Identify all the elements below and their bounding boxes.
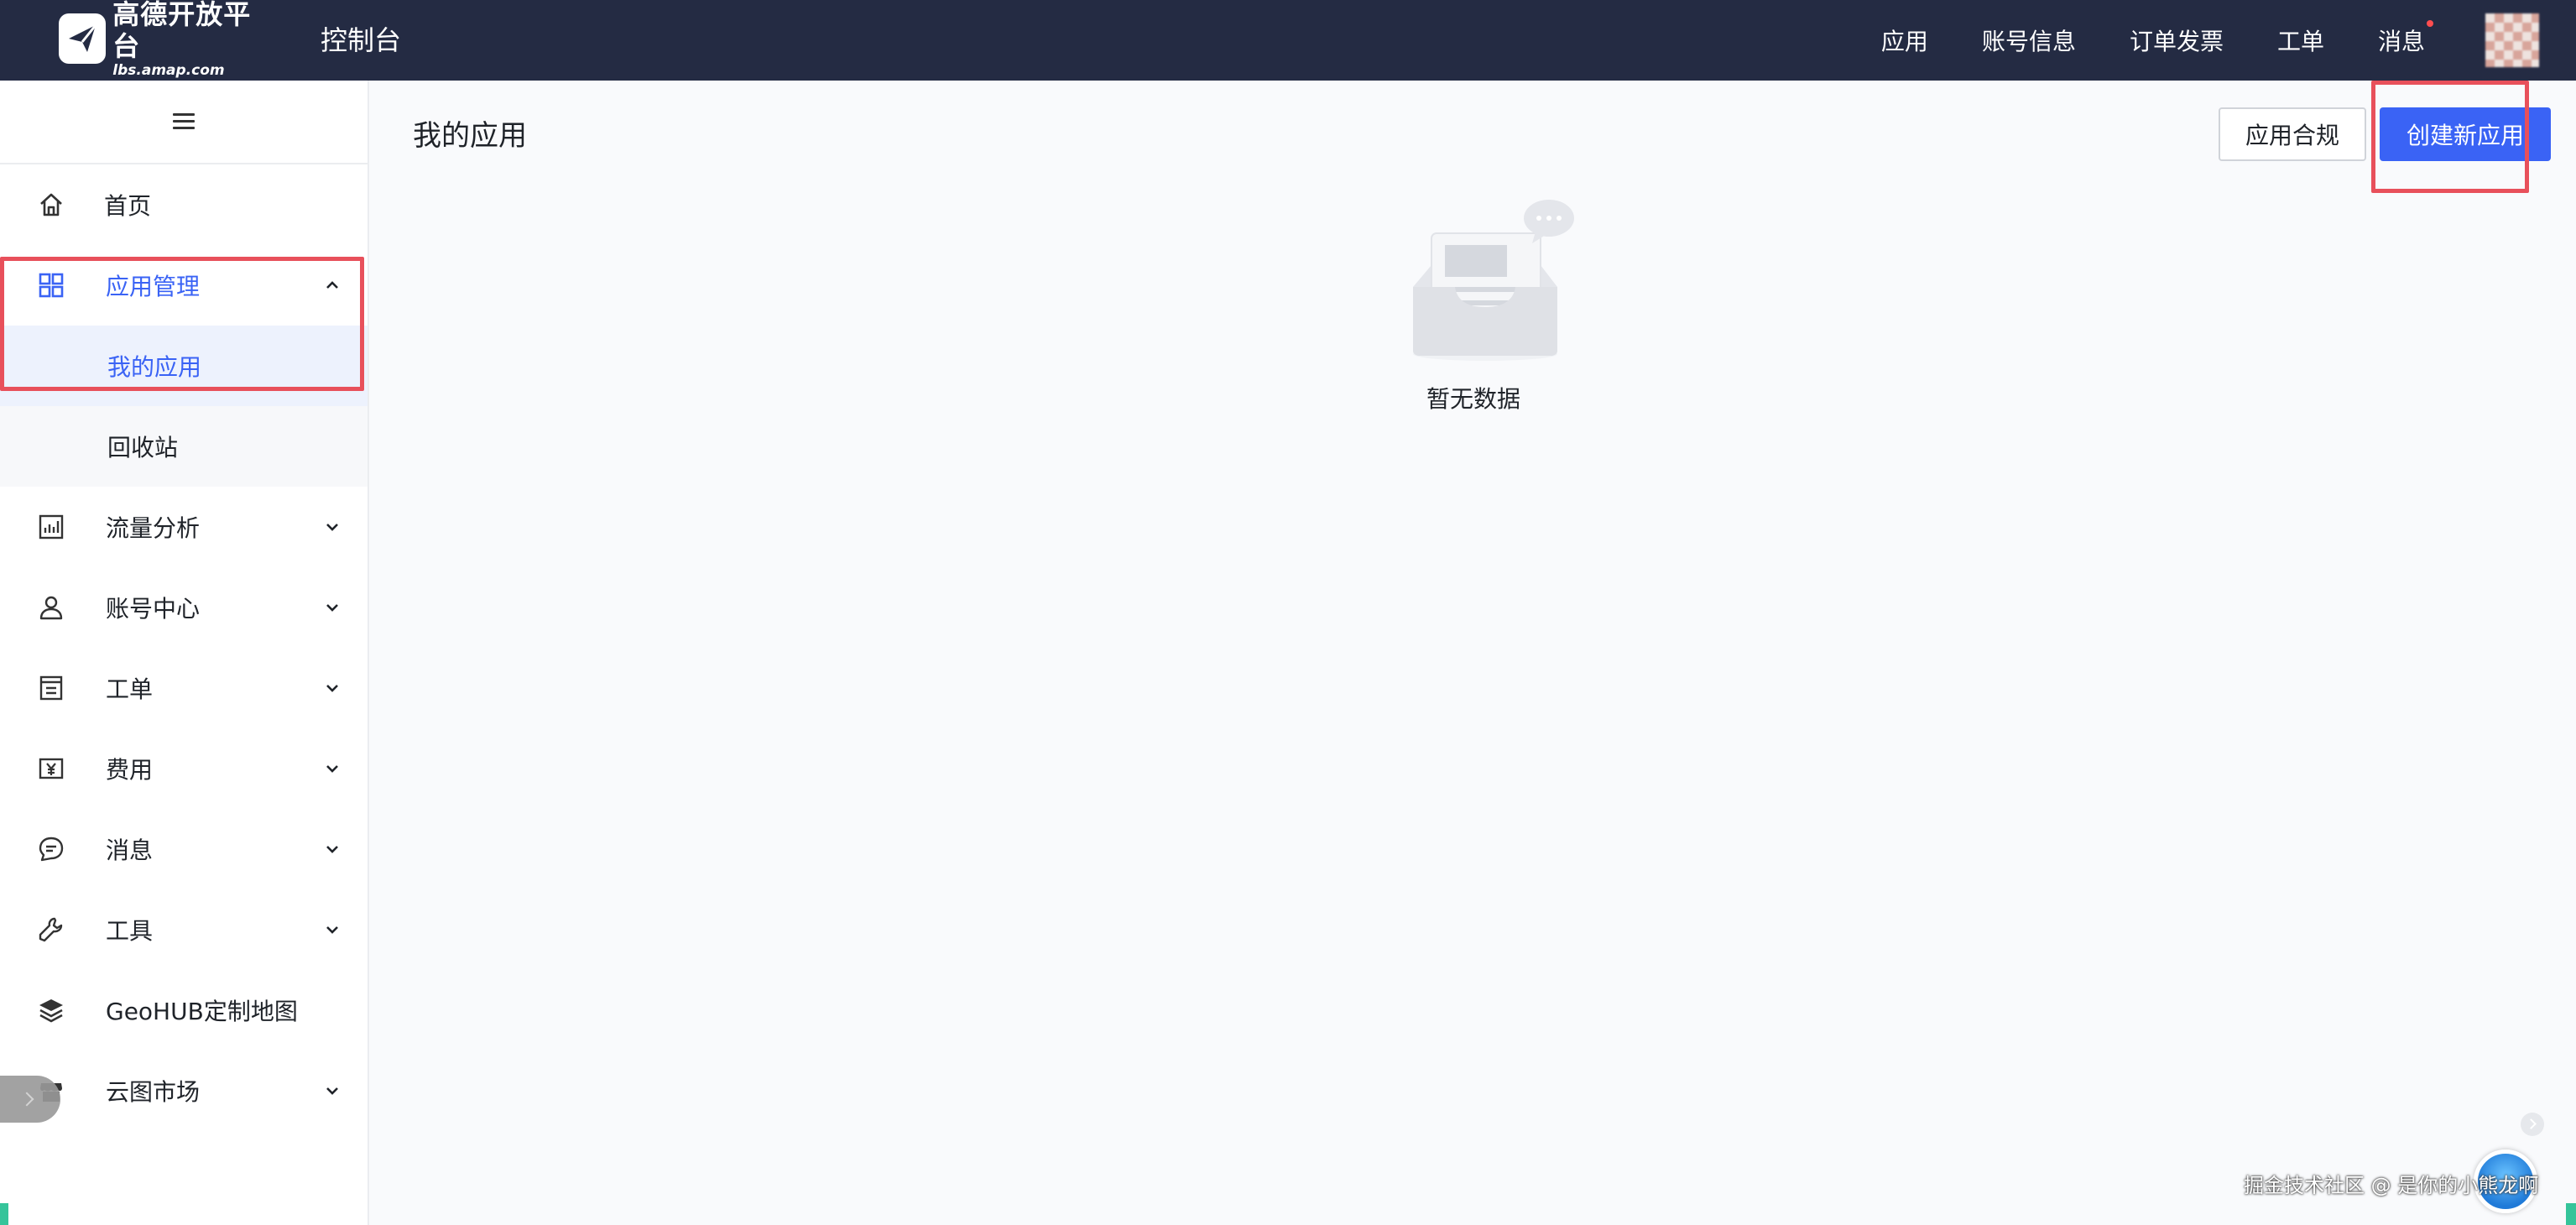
sidebar-item-recycle-bin[interactable]: 回收站	[0, 406, 368, 487]
sidebar-item-label: 云图市场	[106, 1078, 201, 1106]
create-new-app-button[interactable]: 创建新应用	[2380, 107, 2551, 161]
sidebar-item-billing[interactable]: 费用	[0, 728, 368, 809]
amap-logo[interactable]: 高德开放平台 lbs.amap.com	[59, 0, 269, 79]
home-icon	[40, 193, 62, 216]
sidebar: 首页 应用管理 我的应用 回收站 流量分析 账号中心 工单 费用 消息 工具 G…	[0, 81, 369, 1225]
chevron-right-icon[interactable]	[2521, 1113, 2544, 1136]
sidebar-item-account-center[interactable]: 账号中心	[0, 567, 368, 648]
unread-dot-icon	[2427, 20, 2433, 27]
page-title: 我的应用	[413, 119, 527, 153]
chevron-down-icon	[326, 765, 338, 773]
sidebar-item-tickets[interactable]: 工单	[0, 648, 368, 728]
ticket-icon	[39, 675, 63, 701]
app-compliance-button[interactable]: 应用合规	[2219, 107, 2366, 161]
chevron-down-icon	[326, 685, 338, 692]
top-nav-orders-invoices[interactable]: 订单发票	[2130, 23, 2224, 57]
app-management-submenu: 我的应用 回收站	[0, 326, 368, 487]
top-navigation-bar: 高德开放平台 lbs.amap.com 控制台 应用 账号信息 订单发票 工单 …	[0, 0, 2576, 81]
sidebar-item-label: GeoHUB定制地图	[106, 998, 298, 1025]
sidebar-item-geohub[interactable]: GeoHUB定制地图	[0, 970, 368, 1050]
edge-accent-left	[0, 1203, 8, 1225]
top-nav-messages[interactable]: 消息	[2377, 20, 2433, 57]
logo-name: 高德开放平台	[112, 0, 252, 62]
chevron-down-icon	[326, 524, 338, 531]
user-icon	[39, 596, 63, 620]
sidebar-item-label: 费用	[106, 756, 154, 784]
logo-domain: lbs.amap.com	[112, 62, 225, 79]
chart-icon	[39, 514, 64, 540]
sidebar-item-label: 消息	[106, 837, 154, 864]
chevron-down-icon	[326, 926, 338, 934]
sidebar-item-label: 账号中心	[106, 595, 201, 623]
sidebar-toggle[interactable]	[0, 81, 368, 164]
layers-icon	[39, 999, 63, 1023]
sidebar-item-tools[interactable]: 工具	[0, 889, 368, 970]
chevron-down-icon	[326, 846, 338, 853]
top-nav-apps[interactable]: 应用	[1881, 23, 1928, 57]
sidebar-item-traffic-analysis[interactable]: 流量分析	[0, 487, 368, 567]
top-nav-account-info[interactable]: 账号信息	[1982, 23, 2076, 57]
paper-plane-logo-icon	[59, 13, 107, 64]
chevron-down-icon	[326, 604, 338, 612]
top-nav-menu: 应用 账号信息 订单发票 工单 消息	[1828, 0, 2433, 81]
sidebar-item-label: 我的应用	[107, 353, 202, 381]
sidebar-item-app-management[interactable]: 应用管理	[0, 245, 368, 326]
empty-state-text: 暂无数据	[1426, 385, 1521, 413]
top-nav-messages-label: 消息	[2377, 28, 2425, 55]
sidebar-item-my-apps[interactable]: 我的应用	[0, 326, 368, 406]
watermark-credit: 掘金技术社区 @ 是你的小熊龙啊	[2244, 1174, 2539, 1197]
user-avatar[interactable]	[2485, 13, 2539, 67]
console-title[interactable]: 控制台	[321, 22, 401, 59]
sidebar-item-label: 工单	[106, 675, 154, 703]
top-nav-tickets[interactable]: 工单	[2277, 23, 2324, 57]
chevron-up-icon	[326, 281, 338, 289]
message-icon	[39, 837, 64, 862]
sidebar-item-label: 首页	[104, 192, 152, 220]
sidebar-item-home[interactable]: 首页	[0, 164, 368, 245]
sidebar-item-label: 流量分析	[106, 514, 201, 542]
sidebar-item-label: 应用管理	[106, 273, 201, 300]
edge-accent-right	[2566, 1203, 2576, 1225]
floating-expand-tab[interactable]	[0, 1076, 60, 1123]
sidebar-item-label: 回收站	[107, 434, 179, 461]
wrench-icon	[39, 917, 63, 942]
grid-icon	[39, 273, 64, 298]
hamburger-icon	[173, 113, 195, 130]
empty-inbox-icon	[1413, 200, 1574, 361]
sidebar-item-messages[interactable]: 消息	[0, 809, 368, 889]
sidebar-item-label: 工具	[106, 917, 154, 945]
chevron-down-icon	[326, 1087, 338, 1095]
yen-icon	[39, 758, 64, 779]
